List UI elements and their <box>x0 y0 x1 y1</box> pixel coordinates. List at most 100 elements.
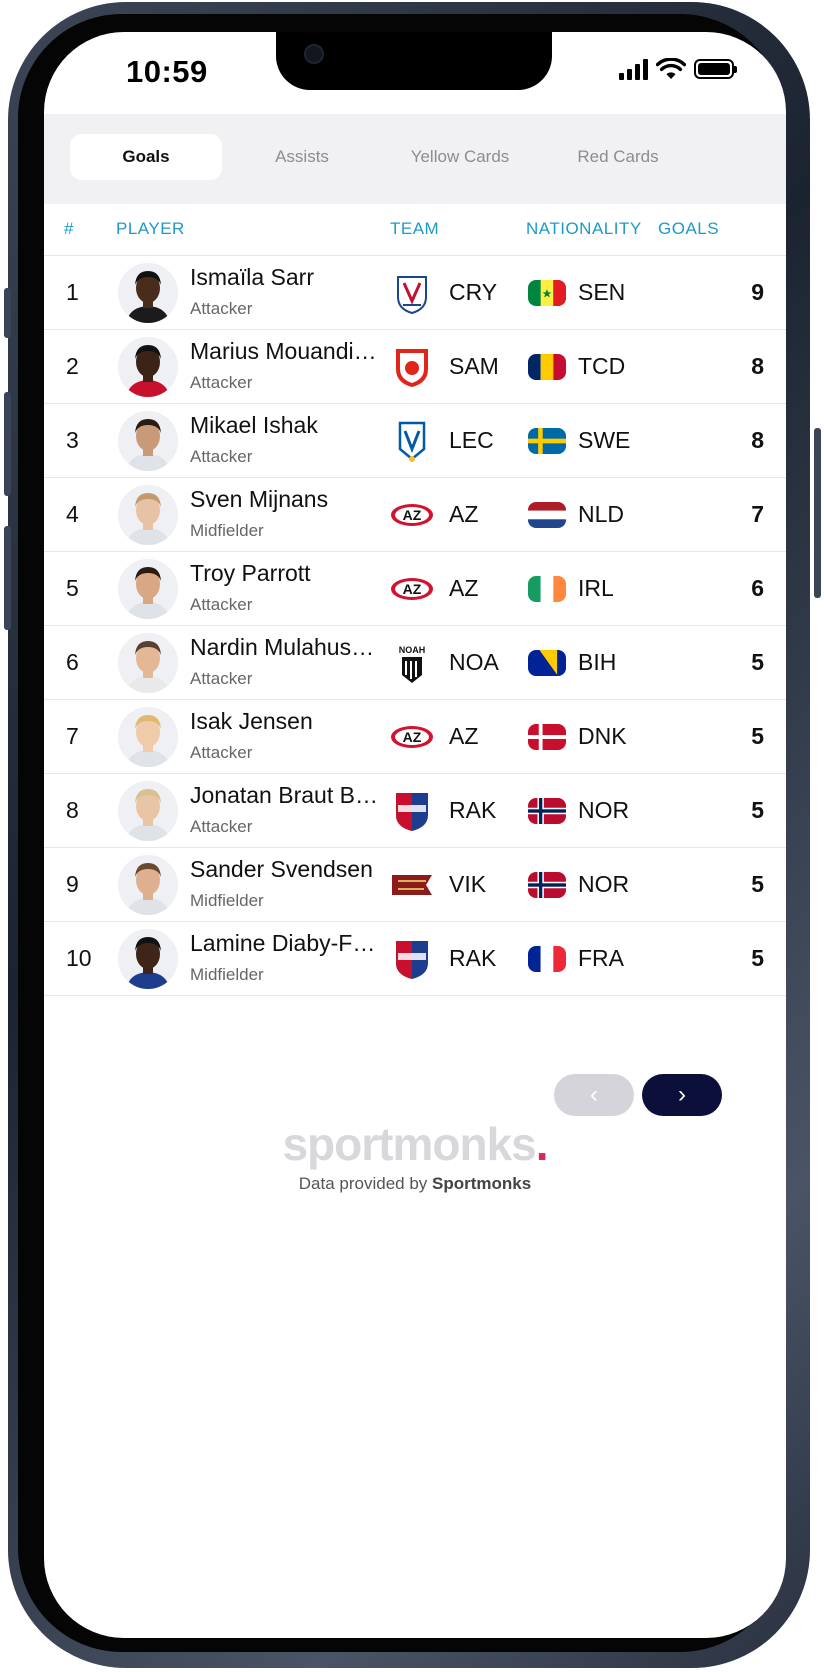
tab-assists[interactable]: Assists <box>226 134 378 180</box>
goals-count: 8 <box>751 427 764 453</box>
goals-count: 5 <box>751 945 764 971</box>
table-row[interactable]: 10 Lamine Diaby-F… Midfielder RAK FRA 5 <box>44 922 786 996</box>
flag-icon <box>528 724 566 750</box>
front-camera-icon <box>304 44 324 64</box>
player-avatar <box>118 337 178 397</box>
az-crest-icon: AZ <box>390 493 434 537</box>
player-name[interactable]: Ismaïla Sarr <box>190 264 390 291</box>
volume-down-button <box>4 526 11 630</box>
rank: 5 <box>66 575 79 601</box>
rank: 3 <box>66 427 79 453</box>
header-player: PLAYER <box>116 219 185 238</box>
table-row[interactable]: 6 Nardin Mulahus… Attacker NOAH NOA BIH … <box>44 626 786 700</box>
team-code: AZ <box>449 575 479 601</box>
noah-crest-icon: NOAH <box>390 641 434 685</box>
rakow-crest-icon <box>390 937 434 981</box>
next-page-button[interactable]: › <box>642 1074 722 1116</box>
team-code: AZ <box>449 723 479 749</box>
player-name[interactable]: Troy Parrott <box>190 560 390 587</box>
crystal-palace-crest-icon <box>390 271 434 315</box>
team-code: VIK <box>449 871 487 897</box>
player-avatar <box>118 559 178 619</box>
team-code: AZ <box>449 501 479 527</box>
player-name[interactable]: Mikael Ishak <box>190 412 390 439</box>
player-avatar <box>118 633 178 693</box>
table-row[interactable]: 1 Ismaïla Sarr Attacker CRY SEN 9 <box>44 256 786 330</box>
player-position: Attacker <box>190 373 253 392</box>
player-name[interactable]: Isak Jensen <box>190 708 390 735</box>
team-code: RAK <box>449 945 497 971</box>
header-team: TEAM <box>390 219 440 238</box>
goals-count: 5 <box>751 871 764 897</box>
flag-icon <box>528 354 566 380</box>
flag-icon <box>528 280 566 306</box>
player-name[interactable]: Sander Svendsen <box>190 856 390 883</box>
flag-icon <box>528 650 566 676</box>
team-code: SAM <box>449 353 499 379</box>
team-code: NOA <box>449 649 499 675</box>
team-code: LEC <box>449 427 494 453</box>
previous-page-button[interactable]: ‹ <box>554 1074 634 1116</box>
nationality-code: SWE <box>578 427 631 453</box>
wifi-icon <box>656 58 686 79</box>
table-row[interactable]: 9 Sander Svendsen Midfielder VIK NOR 5 <box>44 848 786 922</box>
logo-text: sportmonks <box>282 1118 536 1170</box>
player-position: Midfielder <box>190 965 264 984</box>
table-row[interactable]: 4 Sven Mijnans Midfielder AZ AZ NLD 7 <box>44 478 786 552</box>
viking-crest-icon <box>390 863 434 907</box>
credit-prefix: Data provided by <box>298 1174 433 1193</box>
player-avatar <box>118 485 178 545</box>
player-position: Midfielder <box>190 891 264 910</box>
goals-count: 7 <box>751 501 764 527</box>
player-position: Attacker <box>190 447 253 466</box>
goals-count: 5 <box>751 797 764 823</box>
battery-icon <box>694 59 737 79</box>
goals-count: 9 <box>751 279 764 305</box>
player-position: Midfielder <box>190 521 264 540</box>
table-row[interactable]: 7 Isak Jensen Attacker AZ AZ DNK 5 <box>44 700 786 774</box>
player-name[interactable]: Lamine Diaby-F… <box>190 930 390 957</box>
player-position: Attacker <box>190 817 253 836</box>
tab-red-cards[interactable]: Red Cards <box>542 134 694 180</box>
table-row[interactable]: 8 Jonatan Braut B… Attacker RAK NOR 5 <box>44 774 786 848</box>
rakow-crest-icon <box>390 789 434 833</box>
lech-poznan-crest-icon <box>390 419 434 463</box>
silent-switch <box>4 288 11 338</box>
table-row[interactable]: 5 Troy Parrott Attacker AZ AZ IRL 6 <box>44 552 786 626</box>
nationality-code: IRL <box>578 575 614 601</box>
player-name[interactable]: Sven Mijnans <box>190 486 390 513</box>
nationality-code: DNK <box>578 723 627 749</box>
samsunspor-crest-icon <box>390 345 434 389</box>
notch <box>276 32 552 90</box>
nationality-code: NOR <box>578 871 630 897</box>
table-row[interactable]: 2 Marius Mouandi… Attacker SAM TCD 8 <box>44 330 786 404</box>
chevron-right-icon: › <box>678 1081 686 1108</box>
rank: 4 <box>66 501 79 527</box>
stat-tabs: Goals Assists Yellow Cards Red Cards <box>44 114 786 204</box>
rank: 8 <box>66 797 79 823</box>
header-goals: GOALS <box>658 219 720 238</box>
player-name[interactable]: Nardin Mulahus… <box>190 634 390 661</box>
rank: 10 <box>66 945 92 971</box>
flag-icon <box>528 502 566 528</box>
tab-yellow-cards[interactable]: Yellow Cards <box>384 134 536 180</box>
player-name[interactable]: Jonatan Braut B… <box>190 782 390 809</box>
svg-text:AZ: AZ <box>403 729 422 745</box>
player-name[interactable]: Marius Mouandi… <box>190 338 390 365</box>
player-avatar <box>118 929 178 989</box>
nationality-code: FRA <box>578 945 624 971</box>
az-crest-icon: AZ <box>390 567 434 611</box>
volume-up-button <box>4 392 11 496</box>
player-position: Attacker <box>190 743 253 762</box>
goals-count: 8 <box>751 353 764 379</box>
flag-icon <box>528 428 566 454</box>
goals-count: 5 <box>751 649 764 675</box>
tab-goals[interactable]: Goals <box>70 134 222 180</box>
sportmonks-logo: sportmonks. <box>44 1117 786 1171</box>
nationality-code: NOR <box>578 797 630 823</box>
rank: 7 <box>66 723 79 749</box>
chevron-left-icon: ‹ <box>590 1081 598 1108</box>
player-avatar <box>118 411 178 471</box>
table-row[interactable]: 3 Mikael Ishak Attacker LEC SWE 8 <box>44 404 786 478</box>
credit-link[interactable]: Sportmonks <box>432 1174 531 1193</box>
